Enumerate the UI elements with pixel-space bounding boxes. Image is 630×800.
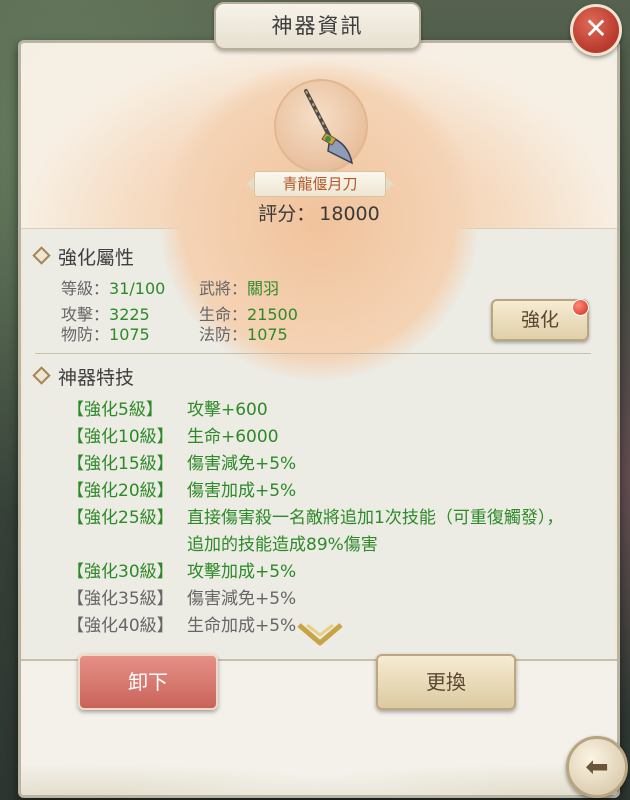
stat-general: 武將：關羽: [199, 275, 279, 299]
skill-effect: 生命+6000: [187, 427, 279, 447]
skill-level: 【強化30級】: [67, 562, 174, 582]
skill-effect: 攻擊+600: [187, 400, 268, 420]
skill-row: 【強化30級】 攻擊加成+5%: [67, 559, 577, 586]
close-button[interactable]: ✕: [570, 4, 622, 56]
artifact-score: 評分： 18000: [21, 199, 617, 226]
stat-general-label: 武將：: [199, 279, 248, 298]
score-value: 18000: [319, 203, 380, 225]
skill-level: 【強化10級】: [67, 427, 174, 447]
skill-level: 【強化15級】: [67, 454, 174, 474]
stat-level: 等級：31/100: [61, 275, 165, 299]
skill-row: 【強化5級】 攻擊+600: [67, 397, 577, 424]
skill-row: 【強化25級】 直接傷害殺一名敵將追加1次技能（可重復觸發），追加的技能造成89%…: [67, 505, 572, 559]
glaive-icon: [304, 89, 354, 165]
skill-level: 【強化25級】: [67, 508, 174, 528]
stat-pdef-label: 物防：: [61, 325, 110, 344]
stat-level-value: 31/100: [109, 279, 166, 298]
back-arrow-icon: ⬅: [585, 750, 609, 783]
skills-section-title: 神器特技: [32, 363, 135, 390]
footer-cloud-decoration: [21, 737, 617, 795]
skill-effect: 攻擊加成+5%: [187, 562, 297, 582]
diamond-bullet-icon: [32, 246, 51, 265]
notification-dot: [572, 299, 589, 316]
dialog-title: 神器資訊: [214, 2, 421, 50]
skill-row: 【強化15級】 傷害減免+5%: [67, 451, 577, 478]
artifact-icon: [274, 79, 368, 173]
skill-effect: 傷害減免+5%: [187, 589, 297, 609]
skill-row: 【強化20級】 傷害加成+5%: [67, 478, 577, 505]
skill-row: 【強化35級】 傷害減免+5%: [67, 586, 577, 613]
skill-effect: 直接傷害殺一名敵將追加1次技能（可重復觸發），追加的技能造成89%傷害: [187, 508, 564, 555]
back-button[interactable]: ⬅: [566, 736, 628, 798]
stat-pdef: 物防：1075: [61, 321, 150, 345]
attributes-section-title: 強化屬性: [32, 243, 135, 270]
close-icon: ✕: [584, 12, 608, 45]
stat-mdef: 法防：1075: [199, 321, 288, 345]
skill-effect: 傷害減免+5%: [187, 454, 297, 474]
diamond-bullet-icon: [32, 366, 51, 385]
skill-level: 【強化20級】: [67, 481, 174, 501]
stat-pdef-value: 1075: [109, 325, 150, 344]
unload-button[interactable]: 卸下: [78, 654, 218, 710]
stat-mdef-value: 1075: [247, 325, 288, 344]
attributes-title-text: 強化屬性: [58, 247, 135, 269]
scroll-down-icon[interactable]: [295, 621, 345, 649]
stat-mdef-label: 法防：: [199, 325, 248, 344]
header-banner: 青龍偃月刀 評分： 18000: [21, 43, 617, 381]
skill-level: 【強化5級】: [67, 400, 163, 420]
skill-effect: 生命加成+5%: [187, 616, 297, 636]
skill-level: 【強化35級】: [67, 589, 174, 609]
section-divider: [35, 353, 591, 354]
stat-level-label: 等級：: [61, 279, 110, 298]
skill-effect: 傷害加成+5%: [187, 481, 297, 501]
stat-general-value: 關羽: [247, 279, 280, 298]
skill-level: 【強化40級】: [67, 616, 174, 636]
replace-button[interactable]: 更換: [376, 654, 516, 710]
skills-title-text: 神器特技: [58, 367, 135, 389]
artifact-name: 青龍偃月刀: [246, 171, 394, 197]
score-label: 評分：: [258, 203, 316, 225]
skill-row: 【強化10級】 生命+6000: [67, 424, 577, 451]
